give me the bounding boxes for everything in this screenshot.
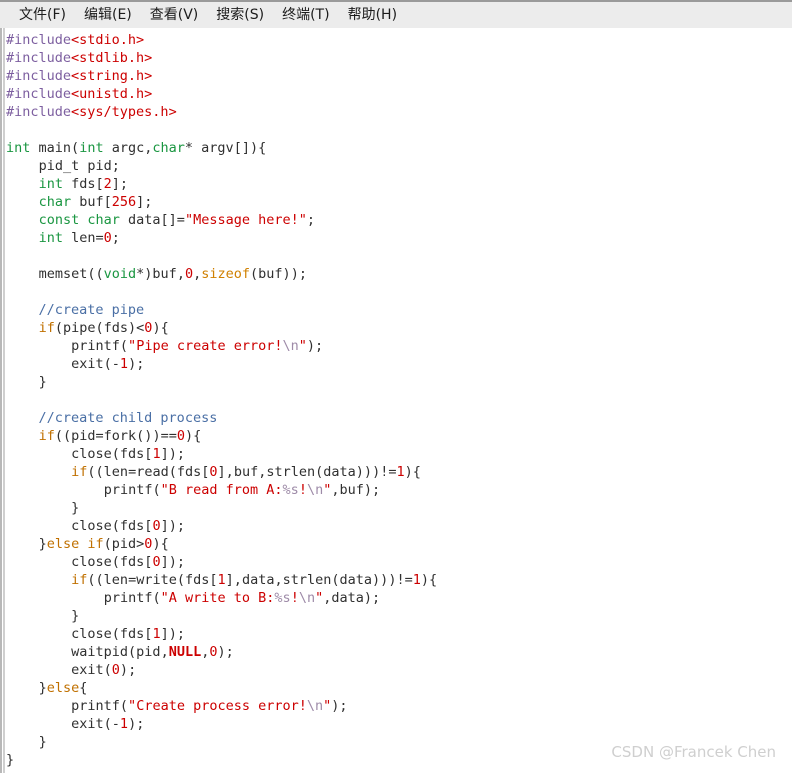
source-code-text[interactable]: #include<stdio.h> #include<stdlib.h> #in…	[6, 31, 437, 769]
menu-item-help[interactable]: 帮助(H)	[339, 5, 406, 26]
editor-gutter	[3, 28, 5, 773]
menu-item-view[interactable]: 查看(V)	[141, 5, 208, 26]
menu-item-file[interactable]: 文件(F)	[10, 5, 75, 26]
menu-item-search[interactable]: 搜索(S)	[207, 5, 273, 26]
code-editor[interactable]: #include<stdio.h> #include<stdlib.h> #in…	[0, 28, 792, 773]
menu-item-edit[interactable]: 编辑(E)	[75, 5, 141, 26]
window-left-edge	[0, 28, 2, 773]
menu-item-terminal[interactable]: 终端(T)	[273, 5, 338, 26]
menu-bar: 文件(F) 编辑(E) 查看(V) 搜索(S) 终端(T) 帮助(H)	[0, 0, 792, 28]
csdn-watermark: CSDN @Francek Chen	[611, 743, 776, 761]
